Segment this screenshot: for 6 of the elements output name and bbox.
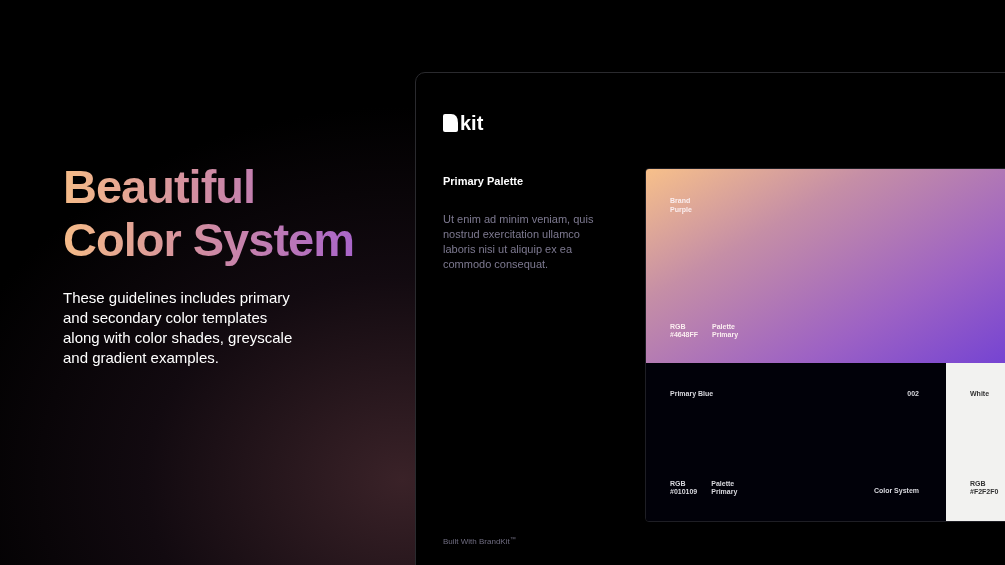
logo-icon	[443, 114, 458, 132]
logo-text: kit	[460, 113, 484, 133]
description: These guidelines includes primary and secondary color templates along with color shades, greyscale and gradient examples.	[63, 288, 294, 368]
body-text: Ut enim ad minim veniam, quis nostrud exercitation ullamco laboris nisi ut aliquip ex ea commodo consequat.	[443, 211, 595, 272]
footer-text: Built With BrandKit$^{™}$	[443, 536, 516, 548]
section-title: Primary Palette	[443, 174, 525, 189]
